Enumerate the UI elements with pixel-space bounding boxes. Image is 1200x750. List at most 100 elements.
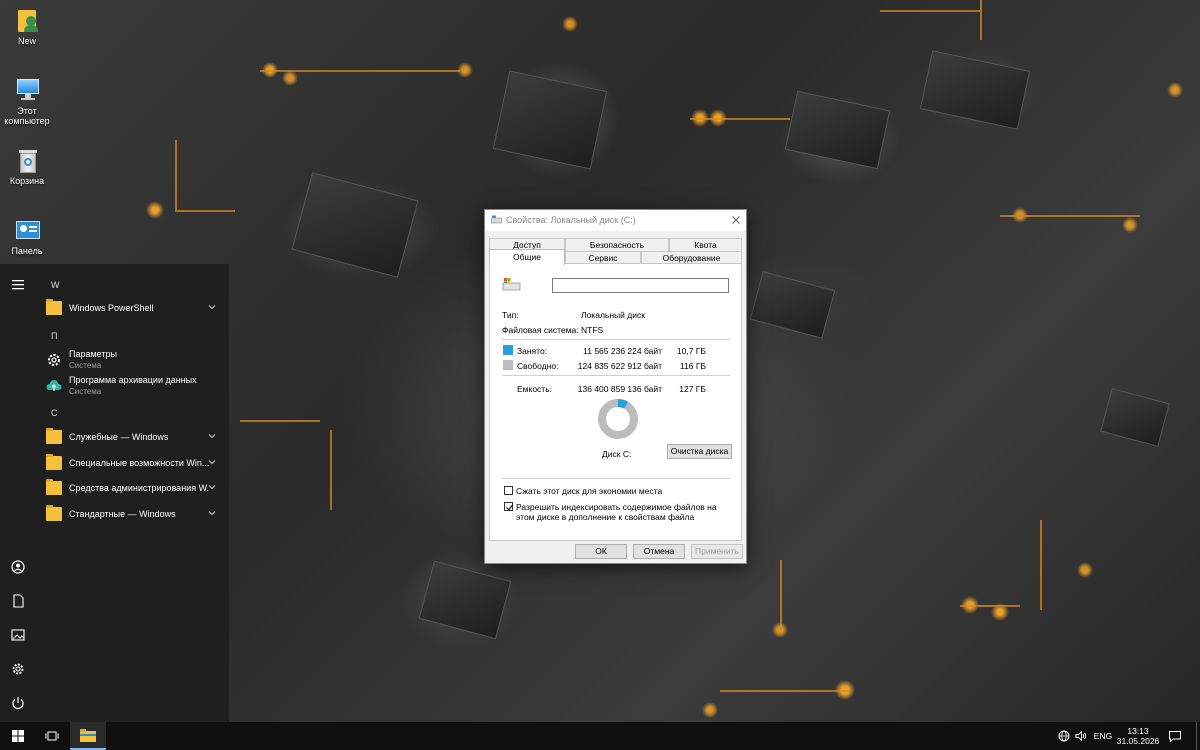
pictures-button[interactable]: [0, 620, 36, 650]
desktop-icon-recycle-bin[interactable]: Корзина: [2, 146, 52, 186]
apply-button[interactable]: Применить: [691, 544, 743, 559]
close-icon[interactable]: [732, 216, 740, 224]
pictures-icon: [11, 629, 25, 641]
desktop-icon-label: Этот компьютер: [4, 106, 50, 126]
show-desktop-button[interactable]: [1196, 722, 1200, 750]
capacity-bytes: 136 400 859 136 байт: [577, 384, 662, 394]
drive-icon: [491, 215, 502, 224]
menu-item-settings[interactable]: Параметры Система: [40, 348, 220, 372]
globe-icon: [1058, 730, 1070, 742]
file-explorer-icon: [80, 728, 96, 742]
index-label: Разрешить индексировать содержимое файло…: [516, 502, 717, 522]
menu-item-label: Служебные — Windows: [69, 432, 169, 442]
desktop-icon-new[interactable]: New: [2, 6, 52, 46]
hamburger-button[interactable]: [0, 270, 36, 300]
cancel-button[interactable]: Отмена: [633, 544, 685, 559]
menu-item-accessories[interactable]: Стандартные — Windows: [40, 502, 220, 526]
type-label: Тип:: [502, 310, 519, 320]
chevron-down-icon: [208, 305, 216, 310]
circuit-trace: [175, 140, 177, 210]
menu-item-accessibility[interactable]: Специальные возможности Win...: [40, 451, 220, 475]
menu-item-label: Специальные возможности Win...: [69, 458, 209, 468]
disk-properties-dialog: Свойства: Локальный диск (C:) Доступ Без…: [484, 209, 747, 564]
free-bytes: 124 835 622 912 байт: [577, 361, 662, 371]
folder-icon: [46, 505, 62, 521]
chevron-down-icon: [208, 460, 216, 465]
index-checkbox[interactable]: [504, 502, 513, 511]
tab-quota[interactable]: Квота: [669, 238, 742, 251]
task-view-button[interactable]: [36, 722, 68, 750]
volume-button[interactable]: [1073, 722, 1089, 750]
menu-item-label: Стандартные — Windows: [69, 509, 176, 519]
menu-item-sublabel: Система: [69, 387, 102, 396]
start-menu: W Windows PowerShell П Параметры Система…: [0, 264, 229, 722]
used-label: Занято:: [517, 346, 548, 356]
clock[interactable]: 13:13 31.05.2026: [1117, 722, 1160, 750]
circuit-trace: [780, 560, 782, 630]
used-bytes: 11 565 236 224 байт: [583, 346, 662, 356]
checkmark-icon: [505, 504, 513, 511]
folder-icon: [46, 428, 62, 444]
menu-item-label: Программа архивации данных: [69, 375, 197, 385]
gear-icon: [12, 663, 24, 675]
power-button[interactable]: [0, 688, 36, 718]
circuit-chip: [291, 172, 419, 278]
volume-name-input[interactable]: [552, 278, 729, 293]
recycle-bin-icon: [13, 146, 41, 174]
notifications-button[interactable]: [1163, 722, 1187, 750]
menu-item-admin-tools[interactable]: Средства администрирования W...: [40, 476, 220, 500]
folder-icon: [46, 299, 62, 315]
control-panel-icon: [13, 216, 41, 244]
circuit-trace: [330, 430, 332, 510]
documents-button[interactable]: [0, 586, 36, 616]
desktop-icon-label: Панель: [11, 246, 43, 256]
input-language-indicator[interactable]: ENG: [1090, 722, 1116, 750]
desktop-icon-control-panel[interactable]: Панель: [2, 216, 52, 256]
circuit-trace: [240, 420, 320, 422]
capacity-label: Емкость:: [517, 384, 552, 394]
speaker-icon: [1075, 731, 1087, 741]
tab-general[interactable]: Общие: [489, 249, 565, 265]
start-menu-rail: [0, 264, 36, 722]
menu-item-system-tools[interactable]: Служебные — Windows: [40, 425, 220, 449]
circuit-trace: [690, 118, 790, 120]
desktop-icon-label: Корзина: [9, 176, 45, 186]
tab-security[interactable]: Безопасность: [565, 238, 669, 251]
dialog-title: Свойства: Локальный диск (C:): [506, 215, 636, 225]
section-letter[interactable]: W: [51, 280, 60, 290]
disk-cleanup-button[interactable]: Очистка диска: [667, 444, 732, 459]
menu-item-backup[interactable]: Программа архивации данных Система: [40, 374, 220, 398]
separator: [502, 339, 730, 340]
file-explorer-taskbar-button[interactable]: [70, 722, 106, 750]
ok-button[interactable]: ОК: [575, 544, 627, 559]
circuit-chip: [749, 271, 836, 339]
section-letter[interactable]: С: [51, 408, 58, 418]
section-letter[interactable]: П: [51, 331, 57, 341]
circuit-trace: [1000, 215, 1140, 217]
compress-checkbox[interactable]: [504, 486, 513, 495]
network-button[interactable]: [1055, 722, 1073, 750]
chevron-down-icon: [208, 434, 216, 439]
task-view-icon: [45, 731, 59, 741]
donut-free-ring: [598, 399, 638, 439]
free-color-swatch: [503, 360, 513, 370]
hamburger-icon: [12, 280, 24, 290]
menu-item-windows-powershell[interactable]: Windows PowerShell: [40, 296, 220, 320]
folder-icon: [46, 479, 62, 495]
menu-item-label: Windows PowerShell: [69, 303, 154, 313]
document-icon: [13, 594, 24, 608]
dialog-titlebar[interactable]: Свойства: Локальный диск (C:): [485, 210, 746, 231]
chevron-down-icon: [208, 485, 216, 490]
circuit-chip: [784, 90, 891, 170]
free-label: Свободно:: [517, 361, 559, 371]
circuit-trace: [1040, 520, 1042, 610]
circuit-chip: [1100, 388, 1170, 447]
start-button[interactable]: [0, 722, 36, 750]
desktop-icon-this-pc[interactable]: Этот компьютер: [2, 76, 52, 126]
separator: [502, 478, 730, 479]
settings-button[interactable]: [0, 654, 36, 684]
user-button[interactable]: [0, 552, 36, 582]
menu-item-sublabel: Система: [69, 361, 102, 370]
used-color-swatch: [503, 345, 513, 355]
type-value: Локальный диск: [581, 310, 645, 320]
